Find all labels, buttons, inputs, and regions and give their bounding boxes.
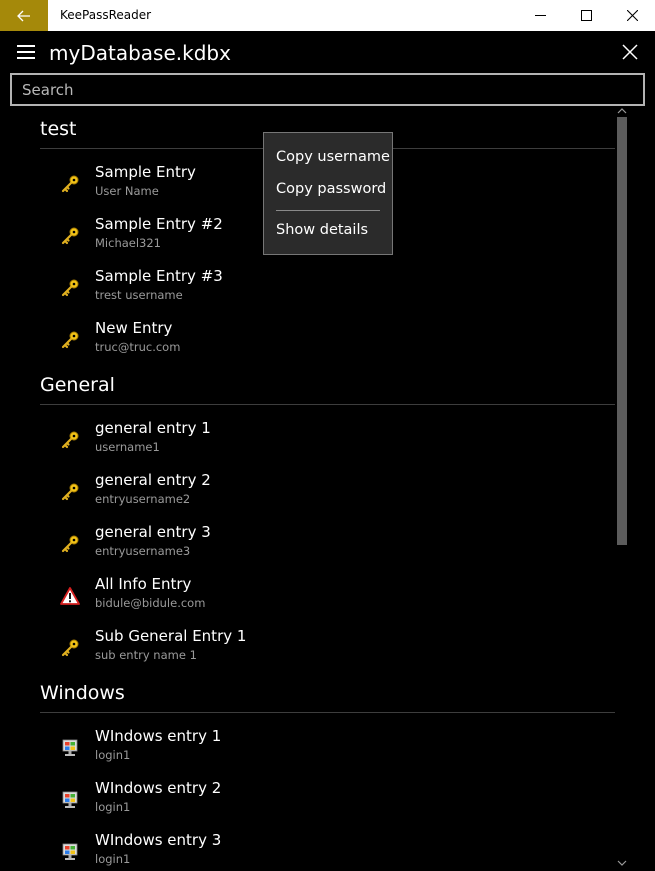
context-menu: Copy username Copy password Show details: [263, 132, 393, 255]
key-icon: [61, 175, 79, 193]
entry-name: Sample Entry #3: [95, 267, 223, 285]
warning-icon: [60, 587, 80, 605]
window-title-bar: KeePassReader: [0, 0, 655, 31]
group-header-general: General: [40, 374, 115, 396]
entry-username: bidule@bidule.com: [95, 596, 206, 610]
entry-username: sub entry name 1: [95, 648, 197, 662]
hamburger-menu-button[interactable]: [17, 45, 35, 59]
list-item[interactable]: All Info Entry bidule@bidule.com: [40, 575, 615, 627]
key-icon: [61, 279, 79, 297]
copy-password-menu-item[interactable]: Copy password: [276, 181, 386, 197]
entry-name: Sub General Entry 1: [95, 627, 247, 645]
entry-name: WIndows entry 1: [95, 727, 222, 745]
group-divider: [40, 404, 615, 405]
list-item[interactable]: general entry 2 entryusername2: [40, 471, 615, 523]
group-divider: [40, 712, 615, 713]
close-icon: [626, 10, 638, 21]
entry-name: general entry 3: [95, 523, 211, 541]
app-title: KeePassReader: [60, 8, 152, 22]
entry-name: Sample Entry #2: [95, 215, 223, 233]
minimize-icon: [534, 15, 546, 16]
hamburger-icon-bar: [17, 45, 35, 47]
scroll-down-arrow-icon[interactable]: [617, 858, 627, 868]
list-item[interactable]: WIndows entry 2 login1: [40, 779, 615, 831]
list-item[interactable]: general entry 1 username1: [40, 419, 615, 471]
list-item[interactable]: WIndows entry 1 login1: [40, 727, 615, 779]
key-icon: [61, 483, 79, 501]
list-item[interactable]: WIndows entry 3 login1: [40, 831, 615, 871]
entry-name: All Info Entry: [95, 575, 192, 593]
back-button[interactable]: [0, 0, 48, 31]
entry-username: login1: [95, 748, 131, 762]
windows-computer-icon: [62, 791, 78, 808]
minimize-button[interactable]: [517, 0, 563, 31]
search-box: [10, 73, 645, 106]
windows-computer-icon: [62, 843, 78, 860]
entry-name: Sample Entry: [95, 163, 196, 181]
arrow-left-icon: [17, 10, 30, 21]
group-header-windows: Windows: [40, 682, 125, 704]
key-icon: [61, 331, 79, 349]
list-item[interactable]: New Entry truc@truc.com: [40, 319, 615, 371]
scrollbar-thumb[interactable]: [617, 117, 627, 545]
key-icon: [61, 535, 79, 553]
entry-name: WIndows entry 3: [95, 831, 222, 849]
entry-username: Michael321: [95, 236, 161, 250]
entry-name: general entry 2: [95, 471, 211, 489]
entry-username: truc@truc.com: [95, 340, 181, 354]
maximize-icon: [580, 10, 592, 21]
key-icon: [61, 227, 79, 245]
database-title: myDatabase.kdbx: [49, 41, 231, 65]
hamburger-icon-bar: [17, 51, 35, 53]
key-icon: [61, 431, 79, 449]
search-input[interactable]: [12, 75, 643, 104]
entry-username: username1: [95, 440, 160, 454]
entry-name: general entry 1: [95, 419, 211, 437]
entry-username: login1: [95, 800, 131, 814]
entry-name: New Entry: [95, 319, 173, 337]
entry-username: entryusername2: [95, 492, 191, 506]
scroll-up-arrow-icon[interactable]: [617, 106, 627, 116]
entry-username: User Name: [95, 184, 159, 198]
close-database-icon[interactable]: [620, 42, 640, 62]
entry-name: WIndows entry 2: [95, 779, 222, 797]
copy-username-menu-item[interactable]: Copy username: [276, 149, 390, 165]
hamburger-icon-bar: [17, 57, 35, 59]
list-item[interactable]: general entry 3 entryusername3: [40, 523, 615, 575]
maximize-button[interactable]: [563, 0, 609, 31]
window-close-button[interactable]: [609, 0, 655, 31]
entry-username: entryusername3: [95, 544, 191, 558]
windows-computer-icon: [62, 739, 78, 756]
list-item[interactable]: Sub General Entry 1 sub entry name 1: [40, 627, 615, 679]
key-icon: [61, 639, 79, 657]
group-header-test: test: [40, 118, 77, 140]
menu-separator: [276, 210, 380, 211]
list-item[interactable]: Sample Entry #3 trest username: [40, 267, 615, 319]
show-details-menu-item[interactable]: Show details: [276, 222, 368, 238]
entry-username: trest username: [95, 288, 183, 302]
entry-username: login1: [95, 852, 131, 866]
